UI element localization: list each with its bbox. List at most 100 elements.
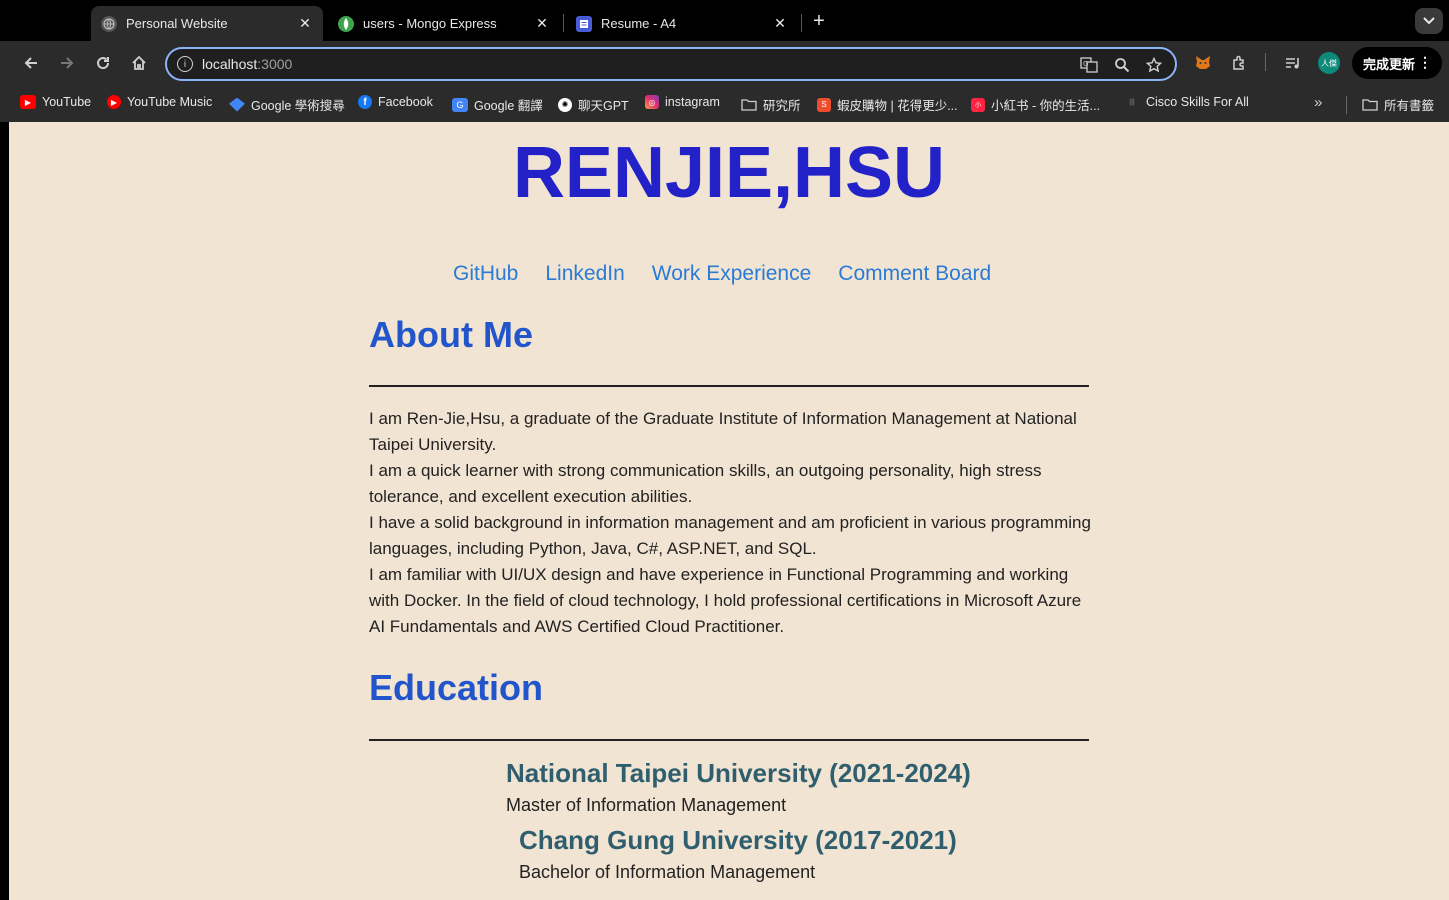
new-tab-plus-icon[interactable]: + xyxy=(808,10,830,32)
nav-github-link[interactable]: GitHub xyxy=(453,262,518,286)
chatgpt-icon: ✺ xyxy=(558,97,572,112)
folder-icon xyxy=(1362,98,1378,112)
about-divider xyxy=(369,385,1089,387)
resume-icon xyxy=(576,15,592,32)
url-text[interactable]: localhost:3000 xyxy=(202,56,292,72)
tab-resume-a4[interactable]: Resume - A4 ✕ xyxy=(566,6,798,41)
degree: Bachelor of Information Management xyxy=(519,862,816,882)
tab-title: Resume - A4 xyxy=(601,16,677,31)
chevron-double-right-icon[interactable]: » xyxy=(1314,94,1322,111)
svg-text:G: G xyxy=(1083,60,1088,68)
bookmarks-divider xyxy=(1346,96,1347,114)
translate-icon[interactable]: G xyxy=(1080,56,1098,74)
mongodb-leaf-icon xyxy=(338,15,354,32)
tab-separator xyxy=(563,14,564,32)
update-button[interactable]: 完成更新 ⋮ xyxy=(1352,47,1442,79)
school-name: National Taipei University (2021-2024) xyxy=(506,758,971,788)
close-icon[interactable]: ✕ xyxy=(297,15,313,32)
tab-strip: Personal Website ✕ users - Mongo Express… xyxy=(0,0,1449,41)
education-item: National Taipei University (2021-2024) M… xyxy=(506,758,971,816)
media-queue-icon[interactable] xyxy=(1281,51,1305,75)
about-paragraph: I am familiar with UI/UX design and have… xyxy=(369,565,1082,636)
bookmark-label: YouTube xyxy=(42,95,92,109)
bookmark-label: instagram xyxy=(665,95,720,109)
tab-title: users - Mongo Express xyxy=(363,16,497,31)
forward-arrow-icon[interactable] xyxy=(55,51,79,75)
youtube-icon: ▶ xyxy=(20,95,36,109)
about-text: I am Ren-Jie,Hsu, a graduate of the Grad… xyxy=(369,406,1093,640)
more-menu-icon[interactable]: ⋮ xyxy=(1418,54,1432,71)
site-info-icon[interactable]: i xyxy=(177,56,193,72)
bookmark-xiaohongshu[interactable]: 小小紅书 - 你的生活... xyxy=(971,95,1100,114)
page-title: RENJIE,HSU xyxy=(512,133,946,213)
bookmark-label: 研究所 xyxy=(763,99,801,113)
bookmark-label: 小紅书 - 你的生活... xyxy=(991,99,1101,113)
bookmark-label: 蝦皮購物 | 花得更少... xyxy=(837,99,958,113)
bookmark-google-scholar[interactable]: Google 學術搜尋 xyxy=(229,95,345,114)
toolbar-divider xyxy=(1265,53,1266,71)
home-icon[interactable] xyxy=(127,51,151,75)
education-divider xyxy=(369,739,1089,741)
window-edge xyxy=(0,122,9,900)
update-label: 完成更新 xyxy=(1363,56,1416,72)
close-icon[interactable]: ✕ xyxy=(772,15,788,32)
bookmark-youtube-music[interactable]: ▶ YouTube Music xyxy=(107,95,212,109)
about-paragraph: I am a quick learner with strong communi… xyxy=(369,461,1042,506)
bookmark-label: Facebook xyxy=(378,95,433,109)
bookmark-label: 所有書籤 xyxy=(1384,99,1435,113)
bookmark-instagram[interactable]: ◎ instagram xyxy=(645,95,720,109)
instagram-icon: ◎ xyxy=(645,95,659,109)
translate-icon: G xyxy=(452,97,468,112)
youtube-music-icon: ▶ xyxy=(107,95,121,109)
school-name: Chang Gung University (2017-2021) xyxy=(519,825,957,855)
degree: Master of Information Management xyxy=(506,795,787,815)
xiaohongshu-icon: 小 xyxy=(971,97,985,112)
browser-chrome: Personal Website ✕ users - Mongo Express… xyxy=(0,0,1449,122)
tab-title: Personal Website xyxy=(126,16,228,31)
bookmark-youtube[interactable]: ▶ YouTube xyxy=(20,95,91,109)
page-content: RENJIE,HSU GitHub LinkedIn Work Experien… xyxy=(9,122,1449,900)
nav-comment-board-link[interactable]: Comment Board xyxy=(838,262,991,286)
bookmark-shopee[interactable]: S 蝦皮購物 | 花得更少... xyxy=(817,95,958,114)
tab-personal-website[interactable]: Personal Website ✕ xyxy=(91,6,323,41)
bookmark-label: Cisco Skills For All xyxy=(1146,95,1249,109)
all-bookmarks[interactable]: 所有書籤 xyxy=(1362,95,1434,114)
scholar-icon xyxy=(229,97,245,112)
bookmark-label: Google 翻譯 xyxy=(474,99,543,113)
close-icon[interactable]: ✕ xyxy=(534,15,550,32)
cisco-icon: ||| xyxy=(1129,98,1135,106)
tab-search-chevron-icon[interactable] xyxy=(1415,8,1443,34)
bookmark-chatgpt[interactable]: ✺ 聊天GPT xyxy=(558,95,629,114)
bookmark-cisco[interactable]: ||| Cisco Skills For All xyxy=(1124,95,1249,109)
about-paragraph: I am Ren-Jie,Hsu, a graduate of the Grad… xyxy=(369,409,1077,454)
profile-avatar[interactable]: 人傑 xyxy=(1318,52,1340,74)
bookmark-label: 聊天GPT xyxy=(578,99,629,113)
tab-separator xyxy=(801,14,802,32)
education-heading: Education xyxy=(369,667,544,708)
bookmark-google-translate[interactable]: G Google 翻譯 xyxy=(452,95,543,114)
tab-mongo-express[interactable]: users - Mongo Express ✕ xyxy=(328,6,560,41)
nav-work-experience-link[interactable]: Work Experience xyxy=(652,262,812,286)
bookmark-label: Google 學術搜尋 xyxy=(251,99,345,113)
metamask-fox-icon[interactable] xyxy=(1191,51,1215,75)
about-paragraph: I have a solid background in information… xyxy=(369,513,1091,558)
facebook-icon: f xyxy=(358,95,372,109)
bookmark-facebook[interactable]: f Facebook xyxy=(358,95,433,109)
nav-linkedin-link[interactable]: LinkedIn xyxy=(545,262,624,286)
shopee-icon: S xyxy=(817,97,831,112)
about-me-heading: About Me xyxy=(369,314,533,355)
education-item: Chang Gung University (2017-2021) Bachel… xyxy=(519,825,957,883)
reload-icon[interactable] xyxy=(91,51,115,75)
bookmark-label: YouTube Music xyxy=(127,95,213,109)
star-bookmark-icon[interactable] xyxy=(1145,56,1163,74)
extensions-puzzle-icon[interactable] xyxy=(1227,51,1251,75)
address-bar[interactable]: i localhost:3000 G xyxy=(165,47,1177,81)
toolbar: i localhost:3000 G 人傑 完成更新 ⋮ xyxy=(0,41,1449,86)
bookmarks-bar: ▶ YouTube ▶ YouTube Music Google 學術搜尋 f Fac… xyxy=(0,86,1449,122)
bookmark-folder-research[interactable]: 研究所 xyxy=(741,95,801,114)
top-nav: GitHub LinkedIn Work Experience Comment … xyxy=(453,262,991,286)
zoom-icon[interactable] xyxy=(1113,56,1131,74)
url-port: :3000 xyxy=(257,56,293,72)
folder-icon xyxy=(741,98,757,112)
back-arrow-icon[interactable] xyxy=(19,51,43,75)
